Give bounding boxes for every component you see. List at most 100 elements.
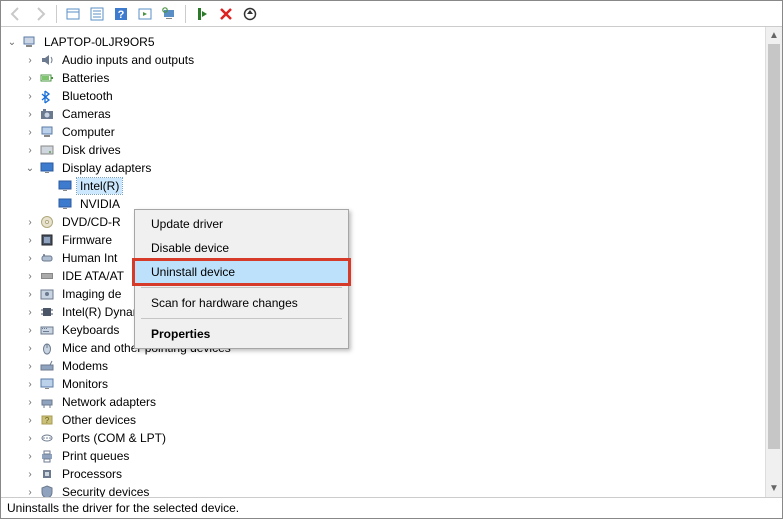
tree-item-battery[interactable]: › Batteries — [5, 69, 765, 87]
tree-item-printer[interactable]: ›Print queues — [5, 447, 765, 465]
chevron-right-icon[interactable]: › — [23, 145, 37, 156]
chevron-right-icon[interactable]: › — [23, 415, 37, 426]
tree-item-keyboard[interactable]: ›Keyboards — [5, 321, 765, 339]
chevron-right-icon[interactable]: › — [23, 361, 37, 372]
chevron-right-icon[interactable]: › — [23, 469, 37, 480]
scroll-up-button[interactable]: ▲ — [766, 27, 782, 44]
tree-item-disk[interactable]: › Disk drives — [5, 141, 765, 159]
scroll-track[interactable] — [766, 44, 782, 480]
svg-text:?: ? — [118, 9, 125, 21]
tree-item-label: Network adapters — [59, 394, 159, 410]
toolbar-separator — [56, 5, 57, 23]
context-menu: Update driverDisable deviceUninstall dev… — [134, 209, 349, 349]
tree-item-modem[interactable]: ›Modems — [5, 357, 765, 375]
tree-item-label: Cameras — [59, 106, 114, 122]
chevron-right-icon[interactable]: › — [23, 73, 37, 84]
help-button[interactable]: ? — [110, 3, 132, 25]
tree-item-display[interactable]: ⌄Display adapters — [5, 159, 765, 177]
computer-root-icon — [21, 34, 37, 50]
chevron-right-icon[interactable]: › — [23, 235, 37, 246]
context-menu-item[interactable]: Uninstall device — [134, 260, 349, 284]
forward-button[interactable] — [29, 3, 51, 25]
chevron-down-icon[interactable]: ⌄ — [5, 37, 19, 48]
content-area: ⌄LAPTOP-0LJR9OR5›Audio inputs and output… — [1, 27, 782, 498]
ide-icon — [39, 268, 55, 284]
network-icon — [39, 394, 55, 410]
camera-icon — [39, 106, 55, 122]
chevron-right-icon[interactable]: › — [23, 325, 37, 336]
chevron-right-icon[interactable]: › — [23, 451, 37, 462]
tree-item-hid[interactable]: › Human Int — [5, 249, 765, 267]
bluetooth-icon — [39, 88, 55, 104]
vertical-scrollbar[interactable]: ▲ ▼ — [765, 27, 782, 497]
properties-button[interactable] — [86, 3, 108, 25]
chevron-right-icon[interactable]: › — [23, 91, 37, 102]
chevron-right-icon[interactable]: › — [23, 343, 37, 354]
tree-item-label: Human Int — [59, 250, 120, 266]
enable-button[interactable] — [191, 3, 213, 25]
chevron-right-icon[interactable]: › — [23, 253, 37, 264]
tree-item-network[interactable]: › Network adapters — [5, 393, 765, 411]
scan-hardware-button[interactable] — [158, 3, 180, 25]
chevron-right-icon[interactable]: › — [23, 433, 37, 444]
device-tree[interactable]: ⌄LAPTOP-0LJR9OR5›Audio inputs and output… — [1, 27, 765, 497]
tree-item-label: Bluetooth — [59, 88, 116, 104]
tree-item-chip[interactable]: ›Intel(R) Dynamic Platform and Thermal F… — [5, 303, 765, 321]
tree-item-display-child[interactable]: NVIDIA — [5, 195, 765, 213]
tree-item-monitor[interactable]: ›Monitors — [5, 375, 765, 393]
tree-item-camera[interactable]: › Cameras — [5, 105, 765, 123]
tree-item-label: Firmware — [59, 232, 115, 248]
tree-item-label: IDE ATA/AT — [59, 268, 127, 284]
chevron-right-icon[interactable]: › — [23, 487, 37, 498]
tree-item-label: Computer — [59, 124, 118, 140]
uninstall-button[interactable] — [215, 3, 237, 25]
tree-item-dvd[interactable]: ›DVD/CD-R — [5, 213, 765, 231]
chevron-right-icon[interactable]: › — [23, 307, 37, 318]
tree-item-cpu[interactable]: › Processors — [5, 465, 765, 483]
tree-item-other[interactable]: ›?Other devices — [5, 411, 765, 429]
context-menu-item[interactable]: Properties — [135, 322, 348, 346]
other-icon: ? — [39, 412, 55, 428]
chevron-right-icon[interactable]: › — [23, 271, 37, 282]
context-menu-item[interactable]: Disable device — [135, 236, 348, 260]
toolbar-separator — [185, 5, 186, 23]
dvd-icon — [39, 214, 55, 230]
context-menu-item[interactable]: Scan for hardware changes — [135, 291, 348, 315]
chevron-down-icon[interactable]: ⌄ — [23, 163, 37, 174]
tree-item-computer[interactable]: › Computer — [5, 123, 765, 141]
update-driver-button[interactable] — [239, 3, 261, 25]
chevron-right-icon[interactable]: › — [23, 109, 37, 120]
chevron-right-icon[interactable]: › — [23, 127, 37, 138]
modem-icon — [39, 358, 55, 374]
tree-item-mouse[interactable]: ›Mice and other pointing devices — [5, 339, 765, 357]
tree-item-label: Batteries — [59, 70, 112, 86]
scroll-down-button[interactable]: ▼ — [766, 480, 782, 497]
chevron-right-icon[interactable]: › — [23, 379, 37, 390]
tree-item-root[interactable]: ⌄LAPTOP-0LJR9OR5 — [5, 33, 765, 51]
tree-item-imaging[interactable]: ›Imaging de — [5, 285, 765, 303]
context-menu-item[interactable]: Update driver — [135, 212, 348, 236]
tree-item-label: Disk drives — [59, 142, 124, 158]
tree-item-label: Ports (COM & LPT) — [59, 430, 169, 446]
firmware-icon — [39, 232, 55, 248]
action-button[interactable] — [134, 3, 156, 25]
tree-item-label: Processors — [59, 466, 125, 482]
tree-item-display-child[interactable]: Intel(R) — [5, 177, 765, 195]
tree-item-ports[interactable]: › Ports (COM & LPT) — [5, 429, 765, 447]
tree-item-ide[interactable]: › IDE ATA/AT — [5, 267, 765, 285]
audio-icon — [39, 52, 55, 68]
chevron-right-icon[interactable]: › — [23, 55, 37, 66]
tree-item-bluetooth[interactable]: › Bluetooth — [5, 87, 765, 105]
display-icon — [57, 178, 73, 194]
tree-item-firmware[interactable]: › Firmware — [5, 231, 765, 249]
keyboard-icon — [39, 322, 55, 338]
chevron-right-icon[interactable]: › — [23, 217, 37, 228]
show-hidden-button[interactable] — [62, 3, 84, 25]
svg-text:?: ? — [45, 416, 50, 425]
tree-item-audio[interactable]: ›Audio inputs and outputs — [5, 51, 765, 69]
tree-item-security[interactable]: ›Security devices — [5, 483, 765, 497]
scroll-thumb[interactable] — [768, 44, 780, 449]
chevron-right-icon[interactable]: › — [23, 397, 37, 408]
chevron-right-icon[interactable]: › — [23, 289, 37, 300]
back-button[interactable] — [5, 3, 27, 25]
